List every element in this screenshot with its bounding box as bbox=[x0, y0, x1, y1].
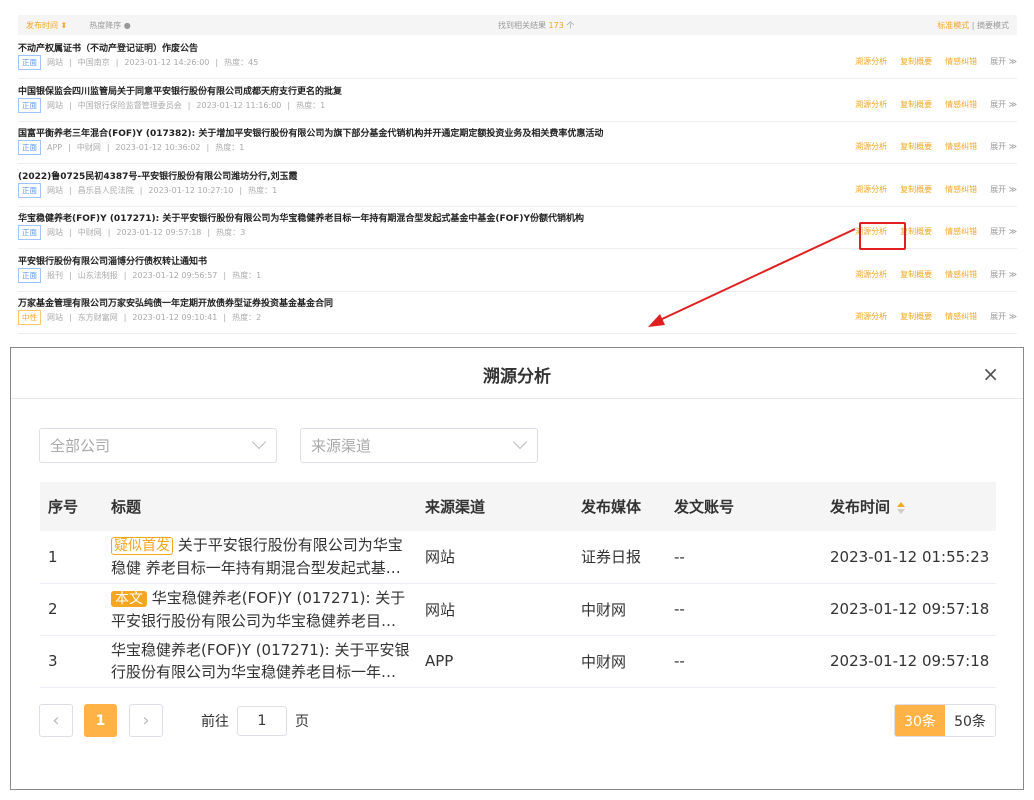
column-header-label: 发文账号 bbox=[674, 498, 735, 516]
row-media: 证券日报 bbox=[573, 531, 666, 584]
next-page-button[interactable]: › bbox=[129, 704, 163, 737]
row-account: -- bbox=[666, 531, 822, 584]
column-header: 发文账号 bbox=[666, 482, 822, 531]
table-row: 3 华宝稳健养老(FOF)Y (017271): 关于平安银行股份有限公司为华宝… bbox=[40, 635, 996, 688]
sort-icon[interactable] bbox=[896, 501, 906, 515]
trace-table: 序号 标题 来源渠道 发布媒体 发文账号 发布时间 1 疑似首发 关于平安银行股份有限公司… bbox=[40, 482, 996, 688]
page-label: 页 bbox=[295, 713, 309, 730]
row-time: 2023-01-12 01:55:23 bbox=[822, 531, 996, 584]
row-no: 3 bbox=[40, 635, 103, 688]
row-title-cell[interactable]: 本文 华宝稳健养老(FOF)Y (017271): 关于平安银行股份有限公司为华… bbox=[111, 587, 411, 632]
row-no: 2 bbox=[40, 583, 103, 636]
table-row: 1 疑似首发 关于平安银行股份有限公司为华宝稳健 养老目标一年持有期混合型发起式… bbox=[40, 531, 996, 584]
divider bbox=[11, 398, 1023, 399]
row-account: -- bbox=[666, 635, 822, 688]
close-icon[interactable]: × bbox=[982, 362, 999, 386]
trace-analysis-modal: 溯源分析 × 全部公司 来源渠道 序号 标题 来源渠道 发布媒体 发文账号 发布时间 1 … bbox=[10, 347, 1024, 790]
page-1-button[interactable]: 1 bbox=[84, 704, 117, 737]
annotation-arrow bbox=[648, 228, 856, 327]
page-size-30[interactable]: 30条 bbox=[895, 705, 945, 736]
page-size-50[interactable]: 50条 bbox=[945, 705, 995, 736]
chevron-down-icon bbox=[251, 434, 267, 450]
company-select-placeholder: 全部公司 bbox=[50, 437, 111, 455]
row-time: 2023-01-12 09:57:18 bbox=[822, 583, 996, 636]
results-list: 发布时间 ⬍ 热度降序 ● 找到相关结果 173 个 标准模式 | 摘要模式 不… bbox=[0, 0, 1034, 345]
table-row: 2 本文 华宝稳健养老(FOF)Y (017271): 关于平安银行股份有限公司… bbox=[40, 583, 996, 636]
row-channel: APP bbox=[417, 635, 573, 688]
row-time: 2023-01-12 09:57:18 bbox=[822, 635, 996, 688]
channel-select-placeholder: 来源渠道 bbox=[311, 437, 372, 455]
column-header: 标题 bbox=[103, 482, 417, 531]
modal-title: 溯源分析 bbox=[483, 367, 551, 387]
goto-page-input[interactable]: 1 bbox=[237, 705, 287, 736]
column-header: 发布媒体 bbox=[573, 482, 666, 531]
row-channel: 网站 bbox=[417, 583, 573, 636]
column-header-label: 标题 bbox=[111, 498, 142, 516]
page-size-switch: 30条 50条 bbox=[894, 704, 996, 737]
column-header: 来源渠道 bbox=[417, 482, 573, 531]
row-badge: 本文 bbox=[111, 590, 147, 607]
row-title[interactable]: 华宝稳健养老(FOF)Y (017271): 关于平安银行股份有限公司为华宝稳健… bbox=[111, 641, 411, 683]
column-header-label: 发布时间 bbox=[830, 498, 891, 516]
company-select[interactable]: 全部公司 bbox=[39, 428, 277, 463]
goto-page: 前往 1 页 bbox=[201, 704, 309, 737]
chevron-down-icon bbox=[512, 434, 528, 450]
channel-select[interactable]: 来源渠道 bbox=[300, 428, 538, 463]
prev-page-button[interactable]: ‹ bbox=[39, 704, 73, 737]
column-header-label: 发布媒体 bbox=[581, 498, 642, 516]
row-title[interactable]: 华宝稳健养老(FOF)Y (017271): 关于平安银行股份有限公司为华宝稳健… bbox=[111, 589, 411, 632]
row-title-cell[interactable]: 华宝稳健养老(FOF)Y (017271): 关于平安银行股份有限公司为华宝稳健… bbox=[111, 639, 411, 683]
row-no: 1 bbox=[40, 531, 103, 584]
goto-label: 前往 bbox=[201, 713, 229, 730]
row-media: 中财网 bbox=[573, 583, 666, 636]
row-channel: 网站 bbox=[417, 531, 573, 584]
column-header: 序号 bbox=[40, 482, 103, 531]
column-header-label: 来源渠道 bbox=[425, 498, 486, 516]
row-title-cell[interactable]: 疑似首发 关于平安银行股份有限公司为华宝稳健 养老目标一年持有期混合型发起式基金… bbox=[111, 534, 411, 579]
row-badge: 疑似首发 bbox=[111, 537, 173, 556]
column-header-label: 序号 bbox=[48, 498, 79, 516]
row-account: -- bbox=[666, 583, 822, 636]
row-media: 中财网 bbox=[573, 635, 666, 688]
column-header[interactable]: 发布时间 bbox=[822, 482, 996, 531]
